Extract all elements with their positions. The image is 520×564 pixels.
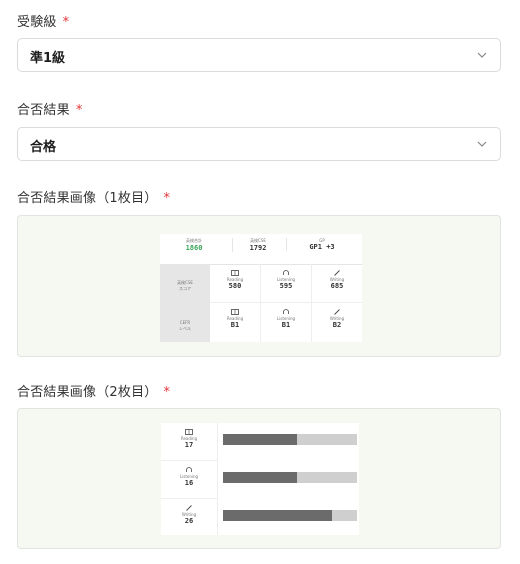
pen-icon: [334, 309, 340, 315]
pen-icon: [334, 270, 340, 276]
grade-select[interactable]: 準1級: [17, 38, 501, 72]
cefr-header: CEFR レベル: [179, 320, 191, 331]
bar-label: 55: [226, 445, 233, 451]
skill-score: 17: [184, 441, 194, 449]
headphone-icon: [283, 309, 289, 314]
image1-upload-area[interactable]: 英検合計 1860 英検CSE 1792 GP GP1 +3 英検CSE スコア…: [17, 215, 501, 357]
result-label: 合否結果 *: [17, 103, 83, 118]
image2-label: 合否結果画像（2枚目） *: [17, 385, 171, 400]
skill-score: 580: [228, 282, 242, 290]
book-icon: [231, 270, 239, 276]
score-result-image: 英検合計 1860 英検CSE 1792 GP GP1 +3 英検CSE スコア…: [160, 234, 362, 342]
total-score: 1860: [185, 244, 203, 252]
cse-score: 1792: [249, 244, 267, 252]
headphone-icon: [186, 467, 192, 472]
detail-result-image: Reading 17 55 Listening 16 55 Writing 26: [161, 423, 359, 535]
image2-upload-area[interactable]: Reading 17 55 Listening 16 55 Writing 26: [17, 408, 501, 549]
result-select-value: 合格: [30, 140, 57, 155]
score-bar-track: 81: [223, 510, 357, 527]
score-bar-fill: 55: [223, 472, 297, 489]
skill-score: 26: [184, 517, 194, 525]
bar-label: 81: [226, 521, 233, 527]
bar-label: 55: [226, 483, 233, 489]
chevron-down-icon: [477, 52, 487, 58]
required-mark: *: [163, 385, 171, 400]
cse-score-header: 英検CSE スコア: [177, 280, 193, 291]
headphone-icon: [283, 270, 289, 275]
skill-cefr: B1: [230, 321, 240, 329]
required-mark: *: [163, 191, 171, 206]
score-bar-fill: 55: [223, 434, 297, 451]
score-bar-fill: 81: [223, 510, 332, 527]
required-mark: *: [75, 103, 83, 118]
grade-select-value: 準1級: [30, 51, 66, 66]
pen-icon: [186, 505, 192, 511]
book-icon: [231, 309, 239, 315]
result-select[interactable]: 合格: [17, 127, 501, 161]
skill-score: 685: [330, 282, 344, 290]
skill-cefr: B2: [332, 321, 342, 329]
book-icon: [185, 429, 193, 435]
gp-value: GP1 +3: [309, 243, 335, 251]
chevron-down-icon: [477, 141, 487, 147]
grade-label: 受験級 *: [17, 15, 70, 30]
skill-cefr: B1: [281, 321, 291, 329]
skill-score: 16: [184, 479, 194, 487]
required-mark: *: [62, 15, 70, 30]
skill-score: 595: [279, 282, 293, 290]
score-bar-track: 55: [223, 434, 357, 451]
score-bar-track: 55: [223, 472, 357, 489]
image1-label: 合否結果画像（1枚目） *: [17, 191, 171, 206]
